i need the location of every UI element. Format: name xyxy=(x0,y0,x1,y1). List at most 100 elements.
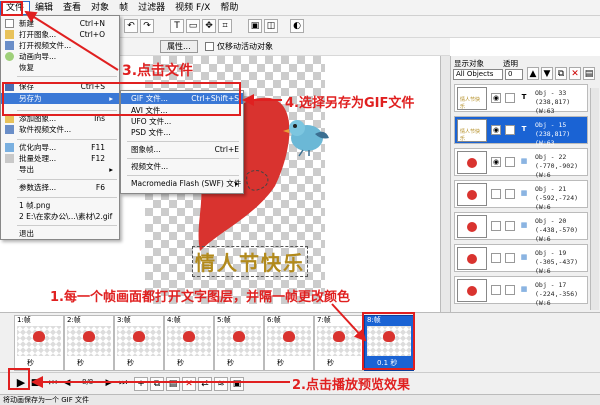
redo-icon[interactable]: ↷ xyxy=(140,19,154,33)
frame-props-icon[interactable]: ▤ xyxy=(166,377,180,391)
object-row[interactable]: ▦ Obj - 17 (-224,-356)(W:6 xyxy=(454,276,588,307)
frame-thumbnail[interactable]: 4:帧秒 xyxy=(164,315,214,371)
opacity-input[interactable]: 0 xyxy=(505,69,523,80)
menu-frame[interactable]: 帧 xyxy=(114,0,133,16)
frame-delay[interactable]: 秒 xyxy=(277,358,284,368)
export-icon[interactable]: ▣ xyxy=(230,377,244,391)
lock-icon[interactable] xyxy=(505,157,515,167)
frame-delay[interactable]: 秒 xyxy=(77,358,84,368)
object-row[interactable]: ▦ Obj - 19 (-305,-437)(W:6 xyxy=(454,244,588,275)
opacity-label: 透明 xyxy=(503,59,518,68)
move-active-checkbox[interactable] xyxy=(205,42,214,51)
menu-item-exit[interactable]: 退出 xyxy=(1,228,119,239)
delete-frame-icon[interactable]: ✕ xyxy=(182,377,196,391)
frame-thumbnail[interactable]: 6:帧秒 xyxy=(264,315,314,371)
menu-item-image-frames[interactable]: 图象帧... Ctrl+E xyxy=(121,144,243,155)
menu-view[interactable]: 查看 xyxy=(58,0,86,16)
menu-item-preferences[interactable]: 参数选择... F6 xyxy=(1,182,119,193)
tween-icon[interactable]: ≋ xyxy=(214,377,228,391)
frame-delay[interactable]: 秒 xyxy=(177,358,184,368)
menu-item-wizard[interactable]: 动画向导... xyxy=(1,51,119,62)
menu-item-ufo[interactable]: UFO 文件... xyxy=(121,116,243,127)
eye-icon[interactable] xyxy=(491,253,501,263)
lock-icon[interactable] xyxy=(505,221,515,231)
menu-item-open[interactable]: 打开图象... Ctrl+O xyxy=(1,29,119,40)
eye-icon[interactable] xyxy=(491,189,501,199)
copy-icon[interactable]: ⧉ xyxy=(555,67,567,80)
menu-filter[interactable]: 过滤器 xyxy=(133,0,170,16)
move-down-icon[interactable]: ▼ xyxy=(541,67,553,80)
object-row[interactable]: 情人节快乐 ◉ T Obj - 33 (238,817) (W:63 xyxy=(454,84,588,115)
menu-item-optimize[interactable]: 优化向导... F11 xyxy=(1,142,119,153)
frame-thumbnail[interactable]: 1:帧秒 xyxy=(14,315,64,371)
lock-icon[interactable] xyxy=(505,285,515,295)
properties-button[interactable]: 属性... xyxy=(160,40,198,53)
move-up-icon[interactable]: ▲ xyxy=(527,67,539,80)
lock-icon[interactable] xyxy=(505,253,515,263)
menu-edit[interactable]: 编辑 xyxy=(30,0,58,16)
menu-item-export[interactable]: 导出 ▸ xyxy=(1,164,119,175)
objects-scrollbar[interactable] xyxy=(590,88,599,310)
menu-help[interactable]: 帮助 xyxy=(215,0,243,16)
canvas-title-text[interactable]: 情人节快乐 xyxy=(192,246,308,277)
stop-icon[interactable]: ■ xyxy=(28,377,42,391)
frame-thumbnail[interactable]: 5:帧秒 xyxy=(214,315,264,371)
eye-icon[interactable]: ◉ xyxy=(491,157,501,167)
frame-thumbnail[interactable]: 7:帧秒 xyxy=(314,315,364,371)
frame-delay[interactable]: 秒 xyxy=(27,358,34,368)
select-tool-icon[interactable]: ▭ xyxy=(186,19,200,33)
menu-item-swf[interactable]: Macromedia Flash (SWF) 文件 ▸ xyxy=(121,178,243,189)
frame-delay[interactable]: 秒 xyxy=(227,358,234,368)
color-icon[interactable]: ◐ xyxy=(290,19,304,33)
image-icon[interactable]: ▣ xyxy=(248,19,262,33)
image-object-icon: ▦ xyxy=(519,221,529,231)
next-frame-icon[interactable]: ▶ xyxy=(102,377,116,391)
eye-icon[interactable] xyxy=(491,221,501,231)
delete-icon[interactable]: ✕ xyxy=(569,67,581,80)
move-tool-icon[interactable]: ✥ xyxy=(202,19,216,33)
text-tool-icon[interactable]: T xyxy=(170,19,184,33)
object-filter-select[interactable]: All Objects xyxy=(453,69,503,80)
frame-label: 1:帧 xyxy=(17,316,31,324)
menu-item-psd[interactable]: PSD 文件... xyxy=(121,127,243,138)
menu-item-batch[interactable]: 批量处理... F12 xyxy=(1,153,119,164)
prev-frame-icon[interactable]: ◀ xyxy=(60,377,74,391)
last-frame-icon[interactable]: ⏭ xyxy=(116,377,130,391)
menu-item-new[interactable]: 新建 Ctrl+N xyxy=(1,18,119,29)
undo-icon[interactable]: ↶ xyxy=(124,19,138,33)
eye-icon[interactable]: ◉ xyxy=(491,125,501,135)
frame-strip: 1:帧秒 2:帧秒 3:帧秒 4:帧秒 5:帧秒 6:帧秒 7:帧秒 8:帧 0.… xyxy=(0,312,600,372)
object-row[interactable]: ◉ ▦ Obj - 22 (-770,-902)(W:6 xyxy=(454,148,588,179)
frame-delay[interactable]: 秒 xyxy=(327,358,334,368)
lock-icon[interactable] xyxy=(505,93,515,103)
object-row[interactable]: ▦ Obj - 21 (-592,-724)(W:6 xyxy=(454,180,588,211)
eye-icon[interactable]: ◉ xyxy=(491,93,501,103)
menu-video-fx[interactable]: 视频 F/X xyxy=(170,0,215,16)
menu-item-recent-1[interactable]: 1 帧.png xyxy=(1,200,119,211)
menu-item-revert[interactable]: 恢复 xyxy=(1,62,119,73)
lock-icon[interactable] xyxy=(505,125,515,135)
add-frame-icon[interactable]: + xyxy=(134,377,148,391)
object-row[interactable]: ▦ Obj - 20 (-438,-570)(W:6 xyxy=(454,212,588,243)
properties-icon[interactable]: ▤ xyxy=(583,67,595,80)
first-frame-icon[interactable]: ⏮ xyxy=(46,377,60,391)
frame-thumbnail[interactable]: 3:帧秒 xyxy=(114,315,164,371)
object-name: Obj - 21 xyxy=(535,185,567,193)
eye-icon[interactable] xyxy=(491,285,501,295)
image-object-icon: ▦ xyxy=(519,285,529,295)
frame-thumbnail[interactable]: 2:帧秒 xyxy=(64,315,114,371)
frame-label: 7:帧 xyxy=(317,316,331,324)
menu-item-open-video[interactable]: 打开视频文件... xyxy=(1,40,119,51)
frame-delay[interactable]: 秒 xyxy=(127,358,134,368)
object-row-selected[interactable]: 情人节快乐 ◉ T Obj - 15 (238,817) (W:63 xyxy=(454,116,588,147)
menu-item-add-video[interactable]: 软件视频文件... xyxy=(1,124,119,135)
menu-item-recent-2[interactable]: 2 E:\在家办公\...\素材\2.gif xyxy=(1,211,119,222)
layers-icon[interactable]: ◫ xyxy=(264,19,278,33)
menu-object[interactable]: 对象 xyxy=(86,0,114,16)
duplicate-frame-icon[interactable]: ⧉ xyxy=(150,377,164,391)
menu-item-video-file[interactable]: 视频文件... xyxy=(121,161,243,172)
lock-icon[interactable] xyxy=(505,189,515,199)
status-bar: 将动画保存为一个 GIF 文件 xyxy=(0,394,600,405)
crop-tool-icon[interactable]: ⌗ xyxy=(218,19,232,33)
transition-icon[interactable]: ⇄ xyxy=(198,377,212,391)
